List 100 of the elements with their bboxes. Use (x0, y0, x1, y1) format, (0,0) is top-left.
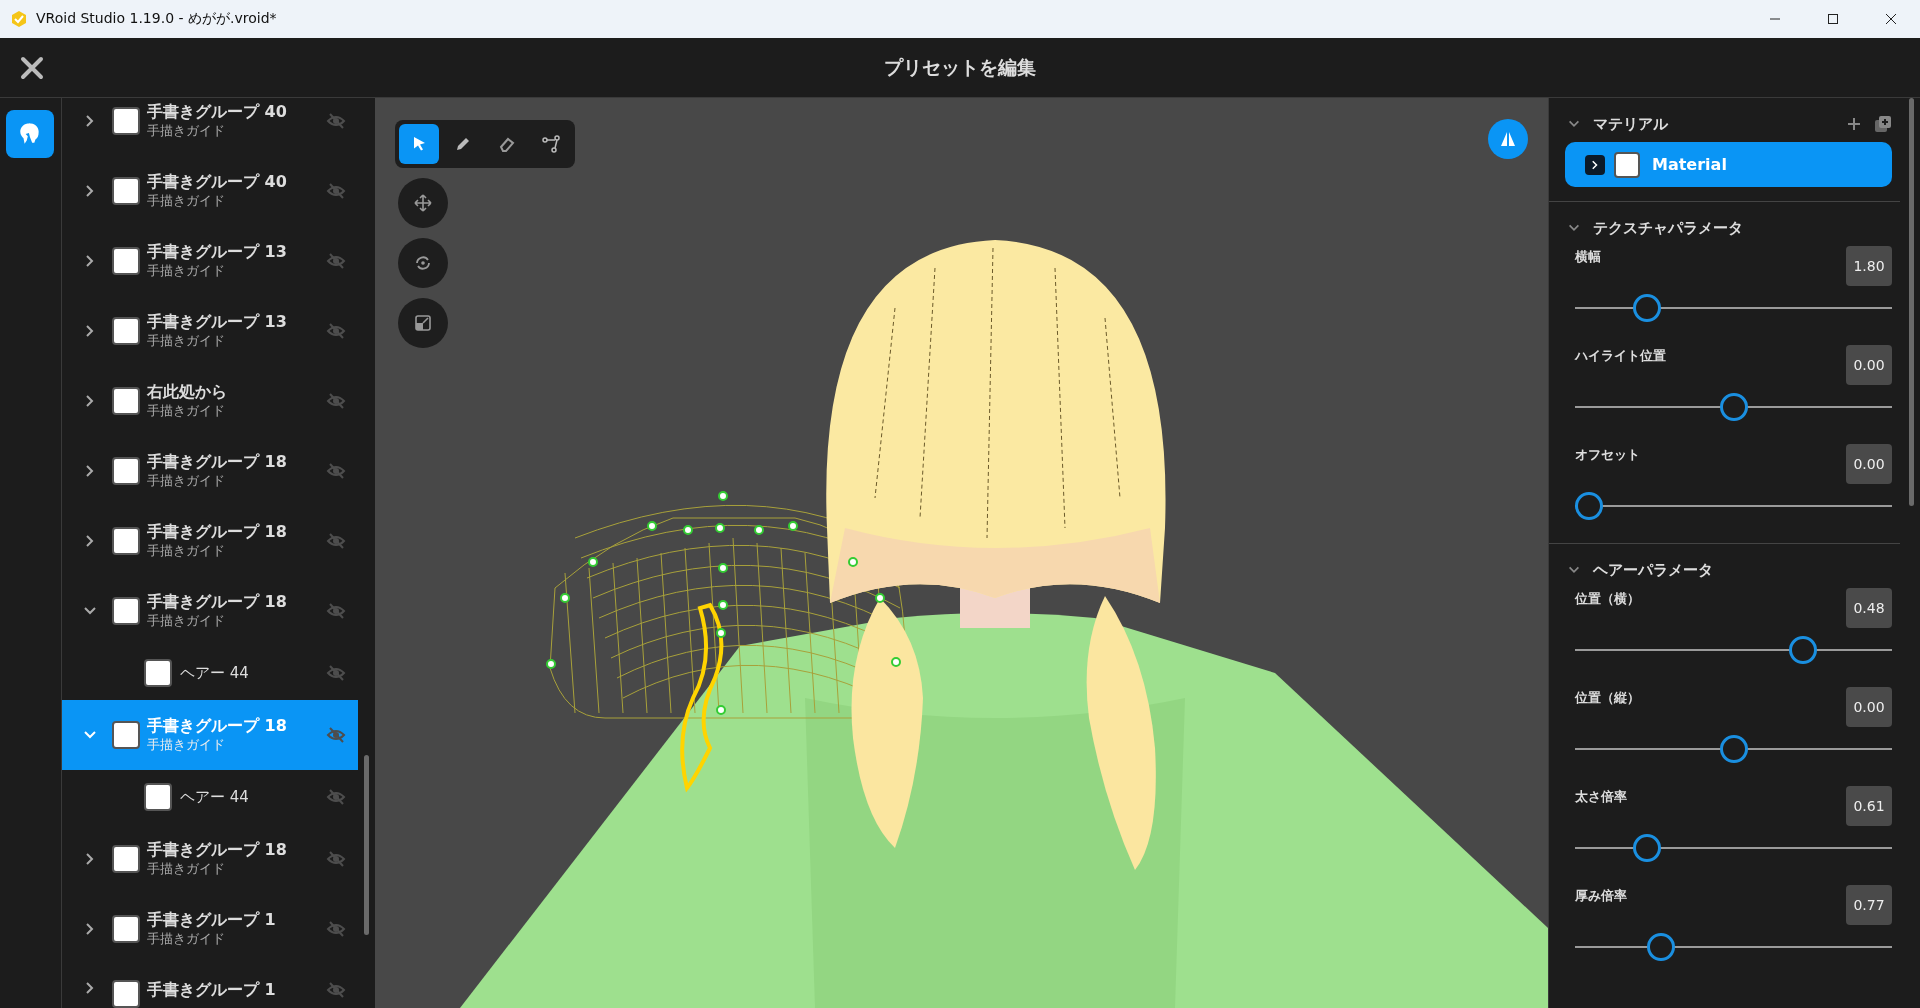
plus-icon[interactable] (1846, 116, 1862, 132)
item-subtitle: 手描きガイド (147, 402, 226, 420)
item-subtitle: 手描きガイド (147, 472, 226, 490)
color-swatch (144, 783, 172, 811)
item-title: ヘアー 44 (180, 663, 250, 683)
parameter-label: 太さ倍率 (1575, 788, 1627, 806)
color-swatch (112, 527, 140, 555)
item-title: ヘアー 44 (180, 787, 250, 807)
item-subtitle: 手描きガイド (147, 860, 226, 878)
color-swatch (112, 845, 140, 873)
color-swatch (112, 597, 140, 625)
item-title: 手書きグループ 40 (147, 102, 288, 122)
parameter-label: 横幅 (1575, 248, 1601, 266)
maximize-icon[interactable] (1827, 13, 1839, 25)
color-swatch (112, 107, 140, 135)
color-swatch (112, 721, 140, 749)
parameter-label: ハイライト位置 (1575, 347, 1666, 365)
tool-button[interactable] (399, 124, 439, 164)
slider-thumb[interactable] (1647, 933, 1676, 961)
item-title: 手書きグループ 40 (147, 172, 288, 192)
item-subtitle: 手描きガイド (147, 262, 226, 280)
node-path-icon (541, 134, 561, 154)
item-title: 手書きグループ 18 (147, 716, 288, 736)
tree-item[interactable]: 手書きグループ 13 手描きガイド (62, 226, 358, 296)
value-field[interactable]: 0.77 (1846, 885, 1892, 925)
item-subtitle: 手描きガイド (147, 542, 226, 560)
tree-item[interactable]: 右此処から 手描きガイド (62, 366, 358, 436)
slider-thumb[interactable] (1788, 636, 1817, 664)
scrollbar[interactable] (364, 755, 369, 935)
parameter-label: 位置（縦） (1575, 689, 1640, 707)
item-title: 手書きグループ 18 (147, 592, 288, 612)
item-subtitle: 手描きガイド (147, 612, 226, 630)
value-field[interactable]: 0.00 (1846, 345, 1892, 385)
close-icon[interactable] (20, 55, 44, 80)
close-icon[interactable] (1885, 13, 1897, 25)
color-swatch (144, 659, 172, 687)
color-swatch (112, 980, 140, 1008)
value-field[interactable]: 0.00 (1846, 444, 1892, 484)
parameter-label: 厚み倍率 (1575, 887, 1627, 905)
color-swatch (112, 457, 140, 485)
item-title: 手書きグループ 13 (147, 242, 288, 262)
slider-thumb[interactable] (1575, 492, 1603, 520)
slider-thumb[interactable] (1719, 735, 1748, 763)
duplicate-icon[interactable] (1874, 115, 1892, 133)
parameter-label: オフセット (1575, 446, 1640, 464)
color-swatch (1614, 151, 1640, 178)
tree-item[interactable]: 手書きグループ 40 手描きガイド (62, 98, 358, 156)
item-title: 手書きグループ 13 (147, 312, 288, 332)
color-swatch (112, 387, 140, 415)
item-title: 手書きグループ 18 (147, 452, 288, 472)
item-title: 手書きグループ 18 (147, 522, 288, 542)
hair-edit-button[interactable] (6, 110, 54, 158)
item-title: 手書きグループ 1 (147, 980, 277, 1000)
value-field[interactable]: 0.61 (1846, 786, 1892, 826)
tree-item[interactable]: 手書きグループ 1 手描きガイド (62, 894, 358, 964)
item-subtitle: 手描きガイド (147, 736, 226, 754)
item-subtitle: 手描きガイド (147, 122, 226, 140)
mirror-button[interactable] (1488, 119, 1528, 159)
tree-item[interactable]: 手書きグループ 18 手描きガイド (62, 506, 358, 576)
material-name: Material (1652, 155, 1727, 174)
slider-thumb[interactable] (1632, 834, 1661, 862)
pan-button[interactable] (398, 178, 448, 228)
dialog-title: プリセットを編集 (884, 54, 1036, 80)
move-arrows-icon (413, 193, 433, 213)
value-field[interactable]: 1.80 (1846, 246, 1892, 286)
tree-item[interactable]: 手書きグループ 18 手描きガイド (62, 576, 358, 646)
slider-thumb[interactable] (1719, 393, 1748, 421)
tree-item[interactable]: 手書きグループ 13 手描きガイド (62, 296, 358, 366)
tree-item[interactable]: 手書きグループ 1 (62, 964, 358, 1008)
value-field[interactable]: 0.00 (1846, 687, 1892, 727)
color-swatch (112, 247, 140, 275)
expand-toggle[interactable] (1585, 154, 1605, 175)
tree-item[interactable]: 手書きグループ 18 手描きガイド (62, 824, 358, 894)
tree-item[interactable]: 手書きグループ 40 手描きガイド (62, 156, 358, 226)
item-subtitle: 手描きガイド (147, 930, 226, 948)
section-title: マテリアル (1593, 114, 1669, 134)
window-title: VRoid Studio 1.19.0 - めがが.vroid* (36, 10, 278, 28)
eye-off-icon[interactable] (326, 725, 346, 745)
tree-item[interactable]: 手書きグループ 18 手描きガイド (62, 436, 358, 506)
color-swatch (112, 317, 140, 345)
item-title: 手書きグループ 18 (147, 840, 288, 860)
scale-icon (413, 313, 433, 333)
scrollbar[interactable] (1909, 98, 1914, 506)
rotate-icon (413, 253, 433, 273)
item-subtitle: 手描きガイド (147, 192, 226, 210)
tree-item[interactable]: ヘアー 44 (62, 646, 358, 700)
app-logo-icon (10, 10, 28, 28)
section-title: テクスチャパラメータ (1593, 218, 1744, 238)
rotate-button[interactable] (398, 238, 448, 288)
slider-thumb[interactable] (1632, 294, 1661, 322)
tree-item[interactable]: ヘアー 44 (62, 770, 358, 824)
color-swatch (112, 915, 140, 943)
value-field[interactable]: 0.48 (1846, 588, 1892, 628)
item-title: 右此処から (147, 382, 228, 402)
item-subtitle: 手描きガイド (147, 332, 226, 350)
zoom-button[interactable] (398, 298, 448, 348)
parameter-label: 位置（横） (1575, 590, 1640, 608)
item-title: 手書きグループ 1 (147, 910, 277, 930)
section-title: ヘアーパラメータ (1593, 560, 1714, 580)
color-swatch (112, 177, 140, 205)
